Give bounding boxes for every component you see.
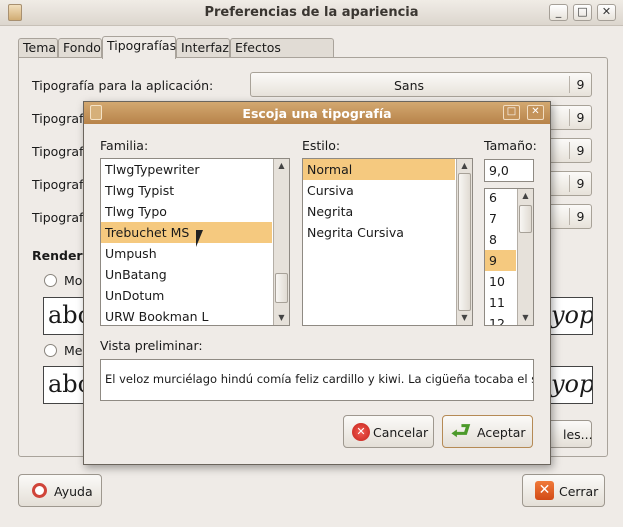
tab-efectos-visuales[interactable]: Efectos visuales [230, 38, 334, 73]
rendering-mono-preview[interactable]: abc [43, 297, 85, 335]
list-item[interactable]: 12 [485, 313, 516, 325]
list-item[interactable]: 7 [485, 208, 516, 229]
fixed-font-label: Tipografí [32, 210, 87, 225]
preview-label: Vista preliminar: [100, 338, 203, 353]
rendering-mono-radio[interactable] [44, 274, 57, 287]
family-scrollbar[interactable]: ▲ ▼ [273, 159, 289, 325]
scroll-up-icon[interactable]: ▲ [274, 159, 289, 172]
tab-interfaz[interactable]: Interfaz [176, 38, 230, 58]
scroll-down-icon[interactable]: ▼ [457, 311, 472, 324]
list-item[interactable]: Tlwg Typo [101, 201, 272, 222]
document-font-label: Tipografí [32, 111, 87, 126]
list-item[interactable]: 10 [485, 271, 516, 292]
rendering-best-shapes-radio[interactable] [44, 344, 57, 357]
list-item-selected[interactable]: 9 [485, 250, 516, 271]
list-item[interactable]: 8 [485, 229, 516, 250]
window-title: Preferencias de la apariencia [204, 5, 419, 20]
style-scrollbar[interactable]: ▲ ▼ [456, 159, 472, 325]
list-item[interactable]: Umpush [101, 243, 272, 264]
size-input[interactable]: 9,0 [484, 159, 534, 182]
scroll-up-icon[interactable]: ▲ [457, 159, 472, 172]
rendering-mono-label: Mo [64, 273, 83, 288]
dialog-title: Escoja una tipografía [242, 106, 392, 121]
rendering-best-preview-right[interactable]: yop [548, 366, 593, 404]
app-font-label: Tipografía para la aplicación: [32, 78, 214, 93]
close-button[interactable]: ✕ Cerrar [522, 474, 605, 507]
app-font-name: Sans [393, 78, 425, 93]
list-item[interactable]: Cursiva [303, 180, 455, 201]
style-label: Estilo: [302, 138, 341, 153]
title-font-label: Tipografí [32, 177, 87, 192]
preview-field[interactable]: El veloz murciélago hindú comía feliz ca… [100, 359, 534, 401]
close-icon: ✕ [535, 481, 554, 500]
cancel-icon: ✕ [352, 423, 370, 441]
list-item[interactable]: Negrita [303, 201, 455, 222]
rendering-best-shapes-label: Me [64, 343, 83, 358]
list-item[interactable]: Tlwg Typist [101, 180, 272, 201]
check-arrow-icon: ⮐ [451, 419, 471, 444]
list-item[interactable]: Negrita Cursiva [303, 222, 455, 243]
help-icon [32, 483, 47, 498]
app-font-button[interactable]: Sans 9 [250, 72, 592, 97]
maximize-button[interactable]: □ [573, 4, 592, 21]
list-item[interactable]: URW Bookman L [101, 306, 272, 325]
family-label: Familia: [100, 138, 149, 153]
rendering-mono-preview-right[interactable]: yop [548, 297, 593, 335]
cancel-button[interactable]: ✕ Cancelar [343, 415, 434, 448]
list-item-selected[interactable]: Trebuchet MS [101, 222, 272, 243]
scroll-thumb[interactable] [458, 173, 471, 311]
close-window-button[interactable]: ✕ [597, 4, 616, 21]
window-titlebar: Preferencias de la apariencia _ □ ✕ [0, 0, 623, 26]
accept-button[interactable]: ⮐ Aceptar [442, 415, 533, 448]
list-item[interactable]: 6 [485, 189, 516, 208]
tab-tema[interactable]: Tema [18, 38, 58, 58]
rendering-best-preview[interactable]: abc [43, 366, 85, 404]
scroll-up-icon[interactable]: ▲ [518, 189, 533, 202]
app-font-size: 9 [569, 76, 591, 93]
list-item[interactable]: TlwgTypewriter [101, 159, 272, 180]
scroll-down-icon[interactable]: ▼ [274, 311, 289, 324]
dialog-close-button[interactable]: ✕ [527, 105, 544, 120]
list-item[interactable]: UnDotum [101, 285, 272, 306]
list-item[interactable]: UnBatang [101, 264, 272, 285]
size-label: Tamaño: [484, 138, 537, 153]
scroll-thumb[interactable] [275, 273, 288, 303]
desktop-font-label: Tipografí [32, 144, 87, 159]
family-list[interactable]: TlwgTypewriter Tlwg Typist Tlwg Typo Tre… [100, 158, 290, 326]
dialog-maximize-button[interactable]: □ [503, 105, 520, 120]
list-item[interactable]: 11 [485, 292, 516, 313]
style-list[interactable]: Normal Cursiva Negrita Negrita Cursiva ▲… [302, 158, 473, 326]
help-button[interactable]: Ayuda [18, 474, 102, 507]
dialog-titlebar: Escoja una tipografía □ ✕ [84, 102, 550, 124]
tab-tipografias[interactable]: Tipografías [102, 36, 176, 59]
scroll-down-icon[interactable]: ▼ [518, 311, 533, 324]
size-list[interactable]: 6 7 8 9 10 11 12 ▲ ▼ [484, 188, 534, 326]
mouse-cursor-icon [196, 230, 203, 247]
font-chooser-dialog: Escoja una tipografía □ ✕ Familia: TlwgT… [83, 101, 551, 465]
scroll-thumb[interactable] [519, 205, 532, 233]
list-item-selected[interactable]: Normal [303, 159, 455, 180]
rendering-title: Renderi [32, 248, 87, 263]
minimize-button[interactable]: _ [549, 4, 568, 21]
tab-fondo[interactable]: Fondo [58, 38, 102, 58]
size-scrollbar[interactable]: ▲ ▼ [517, 189, 533, 325]
